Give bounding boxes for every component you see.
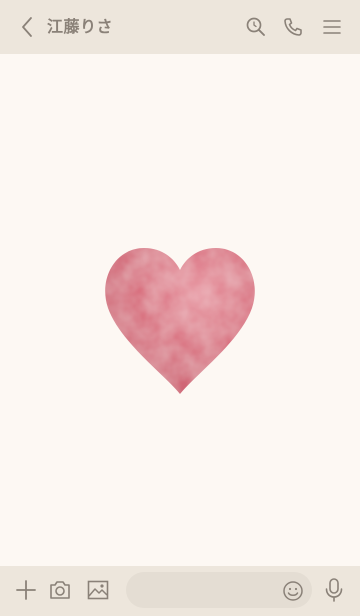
camera-button[interactable] bbox=[46, 576, 74, 604]
voice-button[interactable] bbox=[320, 576, 348, 604]
back-chevron-icon bbox=[22, 17, 32, 37]
microphone-icon bbox=[325, 578, 343, 602]
search-button[interactable] bbox=[243, 14, 269, 40]
chat-header: 江藤りさ bbox=[0, 0, 360, 54]
image-icon bbox=[87, 580, 109, 600]
message-bar bbox=[0, 566, 360, 616]
plus-icon bbox=[16, 580, 36, 600]
chat-title: 江藤りさ bbox=[47, 17, 114, 36]
heart-image bbox=[105, 248, 255, 394]
photo-button[interactable] bbox=[84, 576, 112, 604]
menu-icon bbox=[323, 20, 341, 34]
back-button[interactable] bbox=[14, 14, 40, 40]
emoji-icon bbox=[283, 581, 303, 601]
emoji-button[interactable] bbox=[280, 578, 306, 604]
search-icon bbox=[246, 17, 265, 36]
call-button[interactable] bbox=[280, 14, 306, 40]
add-button[interactable] bbox=[12, 576, 40, 604]
phone-icon bbox=[284, 18, 302, 36]
menu-button[interactable] bbox=[319, 14, 345, 40]
chat-area[interactable] bbox=[0, 54, 360, 566]
camera-icon bbox=[50, 581, 70, 599]
